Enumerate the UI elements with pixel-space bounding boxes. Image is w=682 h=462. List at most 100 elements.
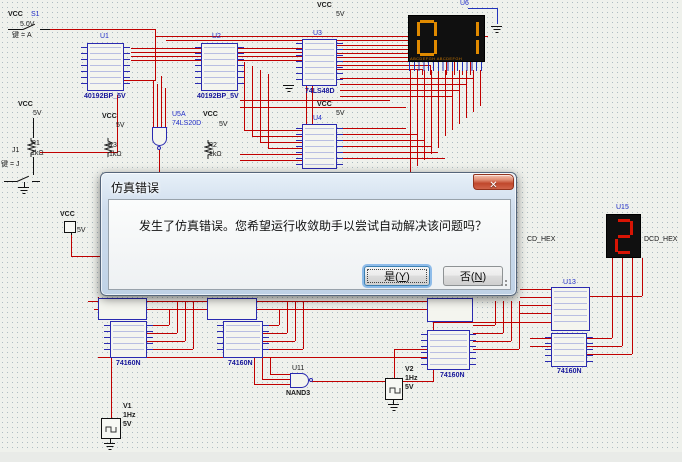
segment-c — [434, 40, 437, 54]
wire-segment — [337, 158, 445, 159]
wire-segment — [642, 258, 643, 296]
label-r3-ref: R3 — [108, 142, 117, 149]
chip-pin-ticks — [305, 128, 334, 165]
ground-icon — [104, 443, 115, 451]
chip-u13-74160[interactable] — [545, 333, 593, 367]
ground-icon — [283, 85, 294, 93]
wire-segment — [520, 289, 551, 290]
label-l-vcc: VCC — [18, 101, 33, 108]
label-u4-5v: 5V — [336, 110, 345, 117]
dialog-message: 发生了仿真错误。您希望运行收敛助手以尝试自动解决该问题吗？ — [139, 219, 488, 233]
label-r3-5v: 5V — [116, 122, 125, 129]
wire-segment — [394, 349, 395, 379]
chip-u13-control[interactable] — [551, 287, 590, 331]
wire-segment — [480, 70, 481, 106]
close-button[interactable]: ✕ — [473, 174, 514, 191]
chip-74160-a-control[interactable] — [98, 298, 147, 320]
seven-seg-display-u6[interactable] — [408, 15, 485, 62]
seven-seg-digit — [417, 20, 437, 56]
vcc-box-symbol[interactable] — [64, 221, 76, 233]
wire-segment — [511, 301, 512, 341]
chip-u4-74ls48[interactable] — [296, 124, 343, 169]
switch-j1-arm — [16, 175, 30, 182]
segment-b — [476, 22, 479, 36]
wire-segment — [337, 134, 417, 135]
wire-segment — [98, 357, 432, 358]
label-s1-vcc: VCC — [8, 11, 23, 18]
wire-segment — [473, 349, 519, 350]
wire-segment — [165, 88, 166, 127]
yes-button[interactable]: 是(Y) — [364, 266, 430, 286]
wire-segment — [497, 8, 498, 24]
chip-u2-40192[interactable] — [195, 43, 244, 91]
seven-seg-digit — [459, 20, 479, 56]
wire-segment — [131, 48, 201, 49]
switch-j1[interactable] — [4, 181, 17, 182]
simulation-error-dialog: 仿真错误 ✕ 发生了仿真错误。您希望运行收敛助手以尝试自动解决该问题吗？ 是(Y… — [100, 172, 517, 296]
wire-segment — [438, 70, 439, 148]
label-r1-val: 1kΩ — [31, 150, 44, 157]
switch-s1[interactable] — [8, 29, 23, 30]
resize-grip-icon[interactable] — [499, 278, 508, 287]
no-button[interactable]: 否(N) — [443, 266, 503, 286]
chip-74160-b[interactable] — [217, 321, 269, 358]
chip-pin-ticks — [113, 325, 144, 354]
wire-segment — [240, 154, 302, 155]
chip-74160-b-control[interactable] — [207, 298, 257, 320]
wire-segment — [612, 258, 613, 338]
label-v1-freq: 1Hz — [123, 412, 136, 419]
wire-segment — [473, 341, 511, 342]
wire-segment — [340, 96, 452, 97]
label-cc-part: 74160N — [440, 372, 465, 379]
wire-segment — [503, 301, 504, 333]
label-u5-vcc: VCC — [203, 111, 218, 118]
chip-u1-40192[interactable] — [81, 43, 130, 91]
wire-segment — [252, 136, 302, 137]
label-u2-ref: U2 — [212, 33, 221, 40]
display-pin-stubs — [409, 62, 485, 71]
label-r3-val: 1kΩ — [109, 151, 122, 158]
nand-bubble-icon — [309, 378, 313, 382]
label-ca-part: 74160N — [116, 360, 141, 367]
wire-segment — [410, 70, 411, 172]
chip-74160-c-control[interactable] — [427, 298, 473, 322]
label-r2-ref: R2 — [208, 142, 217, 149]
wire-segment — [270, 374, 290, 375]
schematic-canvas[interactable]: VCC S1 5.0V 键 = A U1 40192BP_5V U2 40192BP_5V VC… — [0, 0, 682, 462]
wire-segment — [337, 140, 424, 141]
chip-74160-a[interactable] — [104, 321, 153, 358]
label-u4-ref: U4 — [313, 115, 322, 122]
chip-u3-74ls48[interactable] — [296, 39, 343, 86]
chip-pin-ticks — [430, 334, 467, 366]
dialog-titlebar[interactable]: 仿真错误 ✕ — [101, 173, 516, 199]
label-m-vcc: VCC — [60, 211, 75, 218]
nand3-u11-gate[interactable] — [290, 373, 309, 388]
wire-segment — [473, 70, 474, 112]
wire-segment — [337, 128, 406, 129]
wire-segment — [433, 322, 551, 323]
label-u5-part: 74LS20D — [172, 120, 202, 127]
label-u11-part: NAND3 — [286, 390, 311, 397]
wire-segment — [337, 152, 438, 153]
clock-source-v1[interactable] — [101, 418, 121, 439]
label-v2-freq: 1Hz — [405, 375, 418, 382]
wire-segment — [590, 296, 642, 297]
chip-pin-ticks — [305, 43, 334, 82]
wire-segment — [240, 100, 390, 101]
wire-segment — [303, 301, 304, 349]
chip-pin-ticks — [554, 291, 587, 327]
wire-segment — [71, 235, 72, 257]
ground-icon — [491, 26, 502, 34]
seven-seg-display-u15[interactable] — [606, 214, 641, 258]
wire-segment — [244, 62, 245, 130]
dialog-body: 发生了仿真错误。您希望运行收敛助手以尝试自动解决该问题吗？ 是(Y) 否(N) — [108, 199, 511, 290]
seven-seg-digit — [615, 219, 633, 254]
wire-segment — [238, 52, 302, 53]
ground-icon — [388, 404, 399, 412]
wire-segment — [452, 70, 453, 130]
clock-source-v2[interactable] — [385, 378, 403, 400]
nand4-u5a-gate[interactable] — [152, 127, 167, 146]
wire-segment — [262, 357, 263, 380]
label-s1-val: 5.0V — [20, 21, 35, 28]
chip-74160-c[interactable] — [421, 330, 476, 370]
